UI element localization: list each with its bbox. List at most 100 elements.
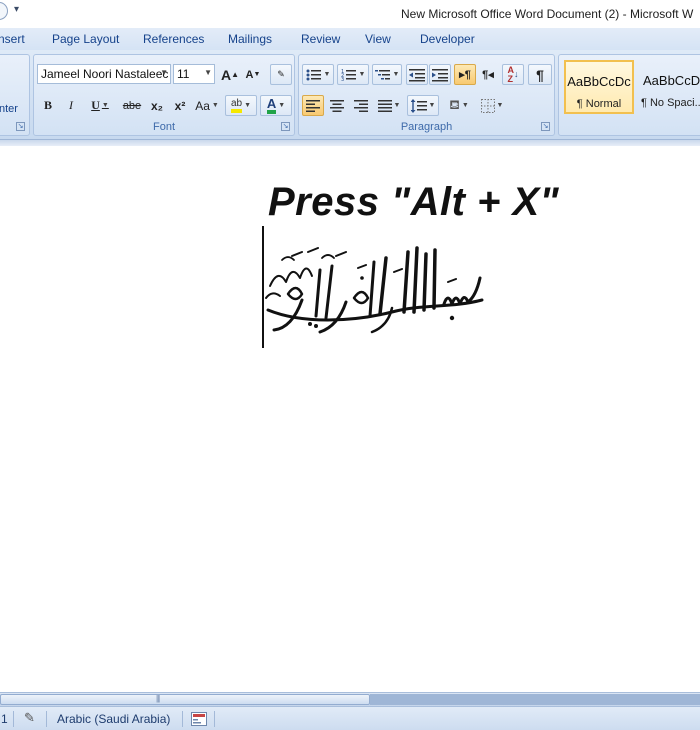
font-group-label: Font <box>152 121 175 133</box>
italic-button[interactable]: I <box>61 95 81 116</box>
status-divider <box>46 711 47 727</box>
clipboard-group: nter ↘ <box>0 54 30 136</box>
tab-developer[interactable]: Developer <box>420 32 475 46</box>
proofing-icon[interactable]: ✎ <box>24 710 35 726</box>
horizontal-scrollbar[interactable]: ||| <box>0 692 700 706</box>
chevron-down-icon: ▼ <box>160 68 168 77</box>
status-language[interactable]: Arabic (Saudi Arabia) <box>57 712 170 726</box>
multilevel-list-icon <box>374 69 390 79</box>
tab-review[interactable]: Review <box>301 32 340 46</box>
align-left-button[interactable] <box>302 95 324 116</box>
tab-view[interactable]: View <box>365 32 391 46</box>
font-dialog-launcher-icon[interactable]: ↘ <box>281 122 290 131</box>
sort-button[interactable]: A Z ↓ <box>502 64 524 85</box>
style-normal-preview: AaBbCcDc <box>567 74 631 89</box>
superscript-icon: x² <box>174 98 186 113</box>
tab-insert[interactable]: nsert <box>0 32 25 46</box>
document-page[interactable]: Press "Alt + X" <box>0 146 700 692</box>
quick-access-dropdown-icon[interactable]: ▾ <box>14 4 19 15</box>
rtl-paragraph-icon: ¶◂ <box>482 69 494 81</box>
status-bar: 1 ✎ Arabic (Saudi Arabia) <box>0 706 700 730</box>
bold-icon: B <box>43 98 52 112</box>
scrollbar-grip-icon: ||| <box>156 694 160 703</box>
title-bar: ▾ New Microsoft Office Word Document (2)… <box>0 0 700 28</box>
macro-record-icon[interactable] <box>191 712 207 726</box>
increase-indent-icon <box>432 68 448 81</box>
tab-mailings[interactable]: Mailings <box>228 32 272 46</box>
underline-button[interactable]: U ▼ <box>85 95 115 116</box>
clear-formatting-button[interactable]: ✎ <box>270 64 292 85</box>
format-painter-label[interactable]: nter <box>0 103 18 115</box>
font-size-value: 11 <box>177 67 190 81</box>
font-color-icon: A <box>266 97 277 114</box>
ribbon-tabs: nsert Page Layout References Mailings Re… <box>0 28 700 50</box>
scrollbar-track[interactable] <box>370 694 700 705</box>
shrink-font-button[interactable]: A ▼ <box>242 64 264 85</box>
underline-icon: U <box>91 98 100 112</box>
right-to-left-button[interactable]: ¶◂ <box>477 64 499 85</box>
shading-button[interactable]: ⛾ ▼ <box>444 95 474 116</box>
multilevel-list-button[interactable]: ▼ <box>372 64 402 85</box>
subscript-icon: x₂ <box>150 98 163 113</box>
align-center-button[interactable] <box>326 95 348 116</box>
chevron-down-icon: ▼ <box>204 68 212 77</box>
document-heading[interactable]: Press "Alt + X" <box>268 180 559 225</box>
status-page-number[interactable]: 1 <box>1 712 8 726</box>
line-spacing-button[interactable]: ▼ <box>407 95 439 116</box>
left-to-right-button[interactable]: ▸¶ <box>454 64 476 85</box>
align-left-icon <box>306 99 320 112</box>
clipboard-dialog-launcher-icon[interactable]: ↘ <box>16 122 25 131</box>
bold-button[interactable]: B <box>38 95 58 116</box>
bullets-button[interactable]: ▼ <box>302 64 334 85</box>
increase-indent-button[interactable] <box>429 64 451 85</box>
office-button[interactable] <box>0 2 8 20</box>
change-case-icon: Aa <box>195 98 210 113</box>
paragraph-group: ▼ 1 2 3 ▼ ▼ ▸¶ ¶◂ A Z ↓ ¶ ▼ ▼ ⛾ ▼ ▼ Para… <box>298 54 555 136</box>
numbering-button[interactable]: 1 2 3 ▼ <box>337 64 369 85</box>
justify-button[interactable]: ▼ <box>374 95 404 116</box>
paragraph-dialog-launcher-icon[interactable]: ↘ <box>541 122 550 131</box>
status-divider <box>182 711 183 727</box>
tab-references[interactable]: References <box>143 32 204 46</box>
paragraph-mark-icon: ¶ <box>536 66 544 83</box>
borders-icon <box>480 98 495 113</box>
strikethrough-icon: abe <box>122 99 142 112</box>
align-center-icon <box>330 99 344 112</box>
status-divider <box>214 711 215 727</box>
highlight-button[interactable]: ab ▼ <box>225 95 257 116</box>
svg-text:3: 3 <box>341 77 344 82</box>
strikethrough-button[interactable]: abe <box>120 95 144 116</box>
bismillah-calligraphy-image[interactable] <box>262 238 490 338</box>
ltr-paragraph-icon: ▸¶ <box>459 69 471 81</box>
scrollbar-thumb[interactable] <box>0 694 370 705</box>
grow-font-icon: A <box>220 66 232 83</box>
align-right-button[interactable] <box>350 95 372 116</box>
grow-font-button[interactable]: A ▲ <box>219 64 241 85</box>
style-normal-name: ¶ Normal <box>576 98 622 110</box>
bullets-icon <box>306 69 321 80</box>
borders-button[interactable]: ▼ <box>477 95 507 116</box>
tab-page-layout[interactable]: Page Layout <box>52 32 119 46</box>
font-size-combo[interactable]: 11 ▼ <box>173 64 215 84</box>
font-color-button[interactable]: A ▼ <box>260 95 292 116</box>
style-no-spacing[interactable]: AaBbCcDc ¶ No Spaci... <box>638 60 700 114</box>
style-no-spacing-preview: AaBbCcDc <box>643 73 700 88</box>
window-title: New Microsoft Office Word Document (2) -… <box>401 7 694 21</box>
style-no-spacing-name: ¶ No Spaci... <box>641 97 700 109</box>
align-right-icon <box>354 99 368 112</box>
font-name-combo[interactable]: Jameel Noori Nastaleec ▼ <box>37 64 171 84</box>
style-normal[interactable]: AaBbCcDc ¶ Normal <box>564 60 634 114</box>
font-group: Jameel Noori Nastaleec ▼ 11 ▼ A ▲ A ▼ ✎ B … <box>33 54 295 136</box>
decrease-indent-button[interactable] <box>406 64 428 85</box>
italic-icon: I <box>69 98 73 112</box>
superscript-button[interactable]: x² <box>169 95 191 116</box>
change-case-button[interactable]: Aa ▼ <box>193 95 221 116</box>
eraser-icon: ✎ <box>277 69 285 79</box>
status-divider <box>13 711 14 727</box>
paragraph-group-label: Paragraph <box>400 121 453 133</box>
decrease-indent-icon <box>409 68 425 81</box>
font-name-value: Jameel Noori Nastaleec <box>41 67 169 81</box>
subscript-button[interactable]: x₂ <box>146 95 168 116</box>
show-hide-marks-button[interactable]: ¶ <box>528 64 552 85</box>
line-spacing-icon <box>410 98 427 113</box>
